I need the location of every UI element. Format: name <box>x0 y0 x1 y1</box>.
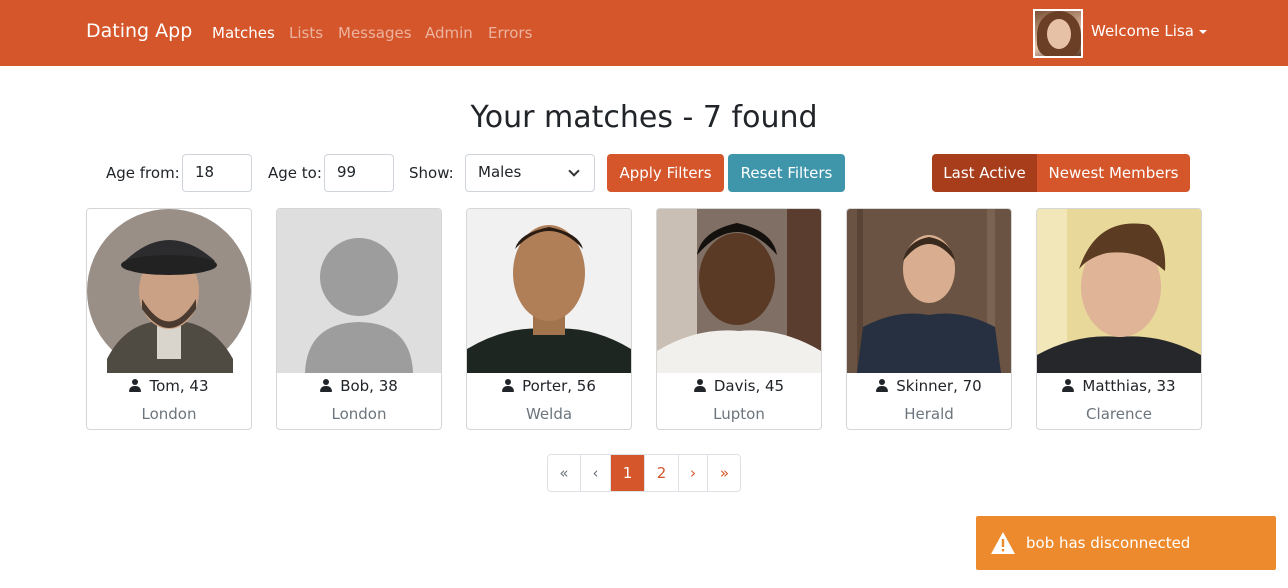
member-name: Davis, 45 <box>657 377 821 395</box>
pagination-last[interactable]: » <box>708 455 740 491</box>
member-card[interactable]: Davis, 45 Lupton <box>656 208 822 430</box>
member-city: Welda <box>525 405 573 423</box>
user-icon <box>1062 379 1075 392</box>
nav-link-messages[interactable]: Messages <box>338 24 412 42</box>
pagination-page-2[interactable]: 2 <box>645 455 679 491</box>
member-name: Porter, 56 <box>467 377 631 395</box>
member-name: Skinner, 70 <box>847 377 1011 395</box>
member-photo[interactable] <box>657 209 821 373</box>
user-icon <box>693 379 706 392</box>
member-city: London <box>141 405 197 423</box>
member-photo[interactable] <box>467 209 631 373</box>
member-name: Bob, 38 <box>277 377 441 395</box>
user-icon <box>320 379 333 392</box>
pagination-page-1[interactable]: 1 <box>611 455 645 491</box>
toast-message: bob has disconnected <box>1026 534 1191 552</box>
member-card[interactable]: Skinner, 70 Herald <box>846 208 1012 430</box>
age-from-label: Age from: <box>106 164 180 182</box>
pagination-first[interactable]: « <box>548 455 581 491</box>
nav-link-errors[interactable]: Errors <box>488 24 532 42</box>
member-city: London <box>331 405 387 423</box>
reset-filters-button[interactable]: Reset Filters <box>728 154 845 192</box>
member-city: Herald <box>904 405 954 423</box>
user-avatar[interactable] <box>1033 9 1083 58</box>
member-card[interactable]: Matthias, 33 Clarence <box>1036 208 1202 430</box>
age-to-label: Age to: <box>268 164 322 182</box>
chevron-down-icon <box>568 165 580 177</box>
age-from-input[interactable]: 18 <box>182 154 252 192</box>
gender-select[interactable]: Males <box>465 154 595 192</box>
apply-filters-button[interactable]: Apply Filters <box>607 154 724 192</box>
toast-notification[interactable]: bob has disconnected <box>976 516 1276 570</box>
caret-down-icon <box>1198 29 1207 34</box>
pagination-next[interactable]: › <box>679 455 708 491</box>
member-photo[interactable] <box>87 209 251 373</box>
show-label: Show: <box>409 164 454 182</box>
sort-last-active-button[interactable]: Last Active <box>932 154 1037 192</box>
member-city: Lupton <box>713 405 765 423</box>
member-card[interactable]: Porter, 56 Welda <box>466 208 632 430</box>
gender-select-value: Males <box>478 163 522 181</box>
member-card[interactable]: Bob, 38 London <box>276 208 442 430</box>
user-icon <box>502 379 515 392</box>
user-icon <box>129 379 142 392</box>
nav-link-admin[interactable]: Admin <box>425 24 473 42</box>
nav-link-lists[interactable]: Lists <box>289 24 323 42</box>
user-icon <box>876 379 889 392</box>
member-name: Matthias, 33 <box>1037 377 1201 395</box>
nav-link-matches[interactable]: Matches <box>212 24 275 42</box>
member-photo[interactable] <box>277 209 441 373</box>
member-city: Clarence <box>1086 405 1152 423</box>
pagination: « ‹ 1 2 › » <box>547 454 741 492</box>
navbar: Dating App Matches Lists Messages Admin … <box>0 0 1288 66</box>
sort-newest-members-button[interactable]: Newest Members <box>1037 154 1190 192</box>
pagination-prev[interactable]: ‹ <box>581 455 611 491</box>
user-menu-toggle[interactable]: Welcome Lisa <box>1091 22 1207 40</box>
member-card[interactable]: Tom, 43 London <box>86 208 252 430</box>
member-photo[interactable] <box>847 209 1011 373</box>
welcome-text: Welcome Lisa <box>1091 22 1194 40</box>
brand-link[interactable]: Dating App <box>86 20 192 42</box>
member-photo[interactable] <box>1037 209 1201 373</box>
page-title: Your matches - 7 found <box>470 100 818 135</box>
age-to-input[interactable]: 99 <box>324 154 394 192</box>
warning-icon <box>991 532 1015 554</box>
member-name: Tom, 43 <box>87 377 251 395</box>
